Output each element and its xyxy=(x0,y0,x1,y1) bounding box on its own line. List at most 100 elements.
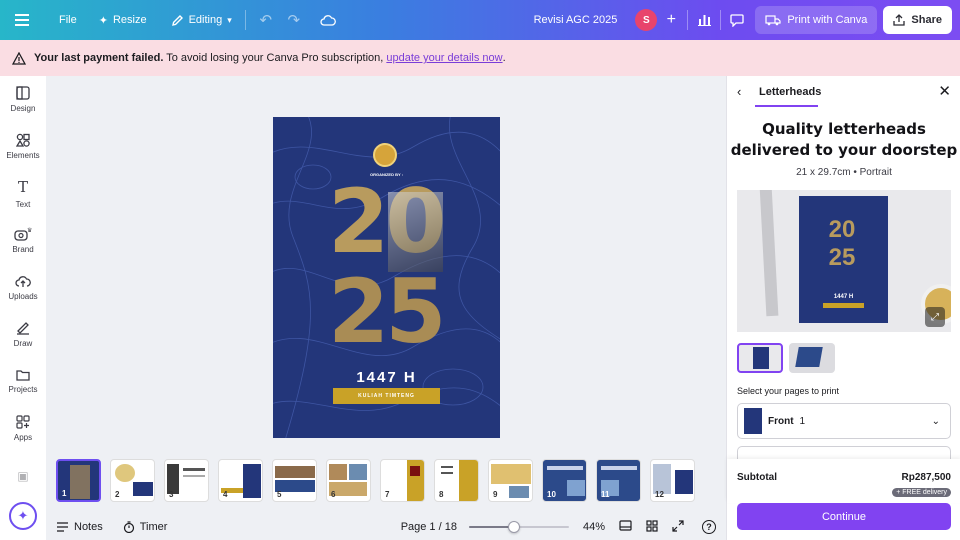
cloud-save-status[interactable] xyxy=(314,6,342,34)
page-thumbnail[interactable]: 9 xyxy=(488,459,533,502)
resize-label: Resize xyxy=(112,14,147,26)
grid-icon xyxy=(646,519,658,532)
sidebar-item-elements[interactable]: Elements xyxy=(0,123,46,170)
page-thumbnail[interactable]: 7 xyxy=(380,459,425,502)
left-sidebar: Design Elements T Text ♛ Brand Uploads D… xyxy=(0,76,46,540)
plus-icon: + xyxy=(666,11,676,28)
sidebar-item-label: Brand xyxy=(12,245,34,254)
payment-failed-banner: Your last payment failed. To avoid losin… xyxy=(0,40,960,76)
page-thumbnail[interactable]: 10 xyxy=(542,459,587,502)
preview-digits: 20 25 xyxy=(828,216,856,271)
sidebar-item-text[interactable]: T Text xyxy=(0,170,46,217)
sidebar-item-uploads[interactable]: Uploads xyxy=(0,264,46,311)
page-select-dropdown[interactable]: Front 1 ⌄ xyxy=(737,403,951,439)
menu-button[interactable] xyxy=(8,6,36,34)
update-details-link[interactable]: update your details now xyxy=(386,52,502,64)
design-page[interactable]: ORGANIZED BY : 20 25 1447 H KULIAH TIMTE… xyxy=(273,117,500,438)
truck-icon xyxy=(765,14,781,25)
tab-underline xyxy=(755,105,818,107)
page-thumbnail[interactable]: 8 xyxy=(434,459,479,502)
page-number: 12 xyxy=(655,490,664,499)
undo-button[interactable]: ↶ xyxy=(252,6,280,34)
zoom-slider[interactable] xyxy=(468,520,569,534)
sparkle-icon: ✦ xyxy=(17,508,29,523)
share-button[interactable]: Share xyxy=(883,6,952,34)
product-preview: 20 25 1447 H ⤢ xyxy=(737,190,951,332)
page-thumbnail[interactable]: 12 xyxy=(650,459,695,502)
page-select-dropdown-next[interactable] xyxy=(737,446,951,460)
close-icon[interactable]: ✕ xyxy=(938,82,951,100)
page-number: 3 xyxy=(169,490,174,499)
sidebar-item-apps[interactable]: Apps xyxy=(0,405,46,452)
preview-hijri: 1447 H xyxy=(833,294,854,300)
text-icon: T xyxy=(17,178,28,196)
timer-button[interactable]: Timer xyxy=(123,521,168,533)
zoom-level[interactable]: 44% xyxy=(583,521,605,533)
page-thumbnail[interactable]: 1 xyxy=(56,459,101,502)
pencil-icon xyxy=(171,14,183,26)
cloud-icon xyxy=(320,15,336,26)
editing-label: Editing xyxy=(188,14,223,26)
bottom-bar: Notes Timer Page 1 / 18 44% ? xyxy=(46,514,726,540)
page-thumbnail[interactable]: 2 xyxy=(110,459,155,502)
document-title[interactable]: Revisi AGC 2025 xyxy=(534,14,618,26)
page-thumbnail[interactable]: 5 xyxy=(272,459,317,502)
magic-assistant-button[interactable]: ✦ xyxy=(9,502,37,530)
page-number: 6 xyxy=(331,490,336,499)
resize-button[interactable]: ✦ Resize xyxy=(92,6,154,34)
back-icon[interactable]: ‹ xyxy=(737,84,741,99)
help-button[interactable]: ? xyxy=(702,520,716,534)
zoom-thumb[interactable] xyxy=(507,521,520,533)
select-pages-label: Select your pages to print xyxy=(737,386,840,396)
redo-button[interactable]: ↷ xyxy=(280,6,308,34)
insights-button[interactable] xyxy=(690,6,718,34)
preview-thumb-front[interactable] xyxy=(737,343,783,373)
page-number: 2 xyxy=(115,490,120,499)
page-thumbnail[interactable]: 3 xyxy=(164,459,209,502)
tab-letterheads[interactable]: Letterheads xyxy=(759,86,821,98)
fullscreen-button[interactable] xyxy=(672,519,684,535)
sidebar-item-label: Apps xyxy=(13,433,33,442)
page-thumbnails: 1 2 3 4 5 6 7 8 9 10 11 12 xyxy=(56,459,695,505)
page-indicator[interactable]: Page 1 / 18 xyxy=(401,521,457,533)
page-number: 7 xyxy=(385,490,390,499)
preview-thumb-angle[interactable] xyxy=(789,343,835,373)
page-number: 5 xyxy=(277,490,282,499)
panel-header: ‹ Letterheads ✕ xyxy=(727,76,960,108)
banner-text: To avoid losing your Canva Pro subscript… xyxy=(163,52,387,64)
page-thumbnail[interactable]: 6 xyxy=(326,459,371,502)
invite-button[interactable]: + xyxy=(657,6,685,34)
folder-icon xyxy=(16,370,30,381)
sidebar-item-brand[interactable]: ♛ Brand xyxy=(0,217,46,264)
file-menu[interactable]: File xyxy=(52,6,84,34)
panel-title-line1: Quality letterheads xyxy=(762,120,926,138)
bar-chart-icon xyxy=(697,15,711,26)
avatar[interactable]: S xyxy=(635,9,658,31)
sidebar-item-label: Elements xyxy=(6,151,40,160)
page-thumbnail[interactable]: 11 xyxy=(596,459,641,502)
comments-button[interactable] xyxy=(723,6,751,34)
sidebar-item-more[interactable]: ▣ xyxy=(0,452,46,499)
page-thumbnail[interactable]: 4 xyxy=(218,459,263,502)
page-select-thumb xyxy=(744,408,762,434)
print-with-canva-button[interactable]: Print with Canva xyxy=(755,6,878,34)
kuliah-ribbon: KULIAH TIMTENG xyxy=(333,388,440,404)
continue-button[interactable]: Continue xyxy=(737,503,951,530)
sidebar-item-projects[interactable]: Projects xyxy=(0,358,46,405)
sidebar-item-label: Uploads xyxy=(8,291,38,301)
notes-button[interactable]: Notes xyxy=(56,521,103,533)
sidebar-item-design[interactable]: Design xyxy=(0,76,46,123)
page-number: 9 xyxy=(493,490,498,499)
expand-icon: ⤢ xyxy=(931,311,939,323)
pages-view-button[interactable] xyxy=(619,520,632,534)
timer-label: Timer xyxy=(139,521,168,533)
grid-view-button[interactable] xyxy=(646,519,658,535)
image-icon: ▣ xyxy=(17,468,29,483)
hijri-year: 1447 H xyxy=(356,369,417,386)
print-label: Print with Canva xyxy=(787,14,868,26)
sidebar-item-label: Projects xyxy=(8,385,38,394)
editing-mode-button[interactable]: Editing ▾ xyxy=(164,6,239,34)
expand-preview-button[interactable]: ⤢ xyxy=(925,307,945,327)
sidebar-item-draw[interactable]: Draw xyxy=(0,311,46,358)
sidebar-item-label: Draw xyxy=(13,339,33,348)
